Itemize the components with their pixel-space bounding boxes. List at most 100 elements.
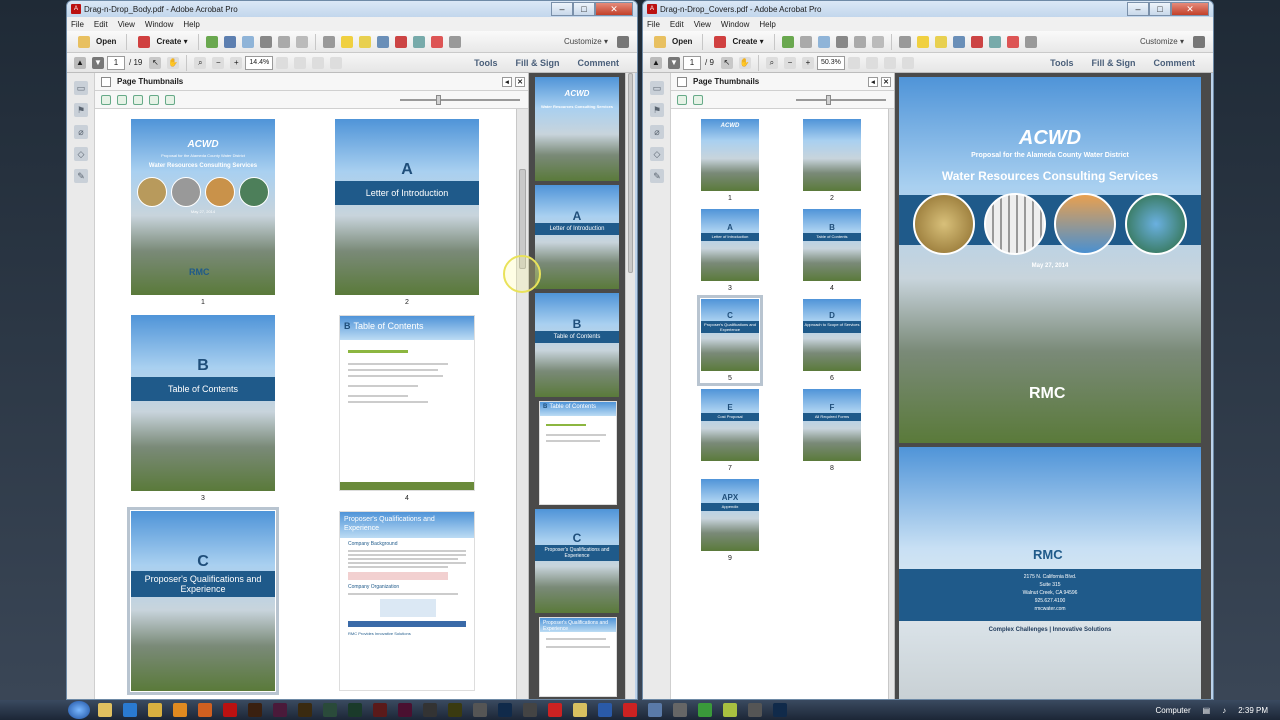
save-icon[interactable] xyxy=(799,35,812,48)
thumbnail-page[interactable]: 2 xyxy=(803,119,861,202)
stamp-icon[interactable] xyxy=(430,35,443,48)
select-tool-icon[interactable]: ↖ xyxy=(149,56,162,69)
measure-icon[interactable] xyxy=(448,35,461,48)
title-bar[interactable]: A Drag-n-Drop_Body.pdf - Adobe Acrobat P… xyxy=(67,1,637,17)
close-panel-icon[interactable]: ✕ xyxy=(881,76,891,87)
next-page-icon[interactable]: ▼ xyxy=(668,56,680,69)
menu-file[interactable]: File xyxy=(647,20,660,29)
minimize-button[interactable]: – xyxy=(1127,2,1149,16)
select-tool-icon[interactable]: ↖ xyxy=(720,56,733,69)
photoshop-icon[interactable] xyxy=(498,703,512,717)
previous-page-icon[interactable]: ▲ xyxy=(650,56,662,69)
options-icon[interactable] xyxy=(677,94,687,105)
thumbnail-page[interactable]: ACWD Proposal for the Alameda County Wat… xyxy=(131,119,275,306)
menu-help[interactable]: Help xyxy=(759,20,775,29)
thumbnail-page[interactable]: B Table of Contents 3 xyxy=(131,315,275,502)
zoom-in-icon[interactable]: + xyxy=(801,56,814,69)
rotate-page-icon[interactable] xyxy=(149,94,159,105)
title-bar[interactable]: A Drag-n-Drop_Covers.pdf - Adobe Acrobat… xyxy=(643,1,1213,17)
firefox-icon[interactable] xyxy=(198,703,212,717)
animate-icon[interactable] xyxy=(273,703,287,717)
media-icon[interactable] xyxy=(173,703,187,717)
menu-edit[interactable]: Edit xyxy=(94,20,108,29)
review-icon[interactable] xyxy=(412,35,425,48)
signatures-icon[interactable]: ✎ xyxy=(650,169,664,183)
app-icon[interactable] xyxy=(473,703,487,717)
rotate-icon[interactable] xyxy=(901,56,914,69)
maximize-button[interactable]: □ xyxy=(1149,2,1171,16)
organize-icon[interactable] xyxy=(205,35,218,48)
thumbnail-scrollbar[interactable] xyxy=(516,109,528,699)
expand-icon[interactable] xyxy=(1193,35,1205,48)
start-button[interactable] xyxy=(68,701,90,719)
trash-icon[interactable] xyxy=(165,94,175,105)
page-number-input[interactable]: 1 xyxy=(107,55,125,70)
create-button[interactable]: Create ▾ xyxy=(131,33,191,51)
previous-page-icon[interactable]: ▲ xyxy=(74,56,86,69)
menu-window[interactable]: Window xyxy=(721,20,749,29)
bookmarks-icon[interactable]: ⚑ xyxy=(650,103,664,117)
expand-icon[interactable] xyxy=(617,35,629,48)
zoom-out-icon[interactable]: − xyxy=(212,56,225,69)
zoom-marquee-icon[interactable]: ⌕ xyxy=(765,56,778,69)
layers-icon[interactable]: ◇ xyxy=(650,147,664,161)
sign-icon[interactable] xyxy=(952,35,965,48)
zoom-input[interactable]: 50.3% xyxy=(816,55,845,70)
insert-page-icon[interactable] xyxy=(693,94,703,105)
illustrator-icon[interactable] xyxy=(248,703,262,717)
strip-page[interactable]: ACWD Water Resources Consulting Services xyxy=(535,77,619,181)
app-icon[interactable] xyxy=(623,703,637,717)
sign-icon[interactable] xyxy=(376,35,389,48)
email-icon[interactable] xyxy=(871,35,884,48)
tools-link[interactable]: Tools xyxy=(474,58,497,68)
word-icon[interactable] xyxy=(598,703,612,717)
zoom-out-icon[interactable]: − xyxy=(783,56,796,69)
fit-width-icon[interactable] xyxy=(294,56,307,69)
bookmarks-icon[interactable]: ⚑ xyxy=(74,103,88,117)
strip-page[interactable]: B Table of Contents xyxy=(535,293,619,397)
thumbnail-page[interactable]: B Table of Contents 4 xyxy=(803,209,861,292)
hand-tool-icon[interactable]: ✋ xyxy=(167,56,180,69)
menu-window[interactable]: Window xyxy=(145,20,173,29)
read-mode-icon[interactable] xyxy=(312,56,325,69)
flash-icon[interactable] xyxy=(373,703,387,717)
thumbnail-page[interactable]: B Table of Contents 4 xyxy=(339,315,475,502)
settings-icon[interactable] xyxy=(322,35,335,48)
fit-width-icon[interactable] xyxy=(865,56,878,69)
review-icon[interactable] xyxy=(988,35,1001,48)
thumbnail-page-selected[interactable]: C Proposer's Qualifications and Experien… xyxy=(127,507,279,695)
comment-icon[interactable] xyxy=(916,35,929,48)
thumbnail-page[interactable]: APX Appendix 9 xyxy=(701,479,759,562)
insert-page-icon[interactable] xyxy=(117,94,127,105)
thumbnail-page[interactable]: Proposer's Qualifications and Experience… xyxy=(339,511,475,691)
hand-tool-icon[interactable]: ✋ xyxy=(738,56,751,69)
app-icon[interactable] xyxy=(573,703,587,717)
options-icon[interactable] xyxy=(101,94,111,105)
thumbnail-page[interactable]: ACWD 1 xyxy=(701,119,759,202)
app-icon[interactable] xyxy=(523,703,537,717)
menu-help[interactable]: Help xyxy=(183,20,199,29)
photoshop-icon[interactable] xyxy=(773,703,787,717)
tools-link[interactable]: Tools xyxy=(1050,58,1073,68)
fill-sign-link[interactable]: Fill & Sign xyxy=(515,58,559,68)
spotify-icon[interactable] xyxy=(698,703,712,717)
app-icon[interactable] xyxy=(548,703,562,717)
app-icon[interactable] xyxy=(323,703,337,717)
collapse-panel-icon[interactable]: ◂ xyxy=(502,76,512,87)
print-icon[interactable] xyxy=(259,35,272,48)
menu-view[interactable]: View xyxy=(694,20,711,29)
explorer-icon[interactable] xyxy=(98,703,112,717)
layers-icon[interactable]: ◇ xyxy=(74,147,88,161)
thumbnail-size-slider[interactable] xyxy=(400,94,520,105)
zoom-in-icon[interactable]: + xyxy=(230,56,243,69)
app-icon[interactable] xyxy=(423,703,437,717)
cloud-icon[interactable] xyxy=(817,35,830,48)
edit-icon[interactable] xyxy=(853,35,866,48)
fit-page-icon[interactable] xyxy=(847,56,860,69)
read-mode-icon[interactable] xyxy=(883,56,896,69)
folder-icon[interactable] xyxy=(148,703,162,717)
email-icon[interactable] xyxy=(295,35,308,48)
strip-page[interactable]: Proposer's Qualifications and Experience xyxy=(539,617,617,697)
strip-page[interactable]: C Proposer's Qualifications and Experien… xyxy=(535,509,619,613)
close-button[interactable]: ✕ xyxy=(1171,2,1209,16)
